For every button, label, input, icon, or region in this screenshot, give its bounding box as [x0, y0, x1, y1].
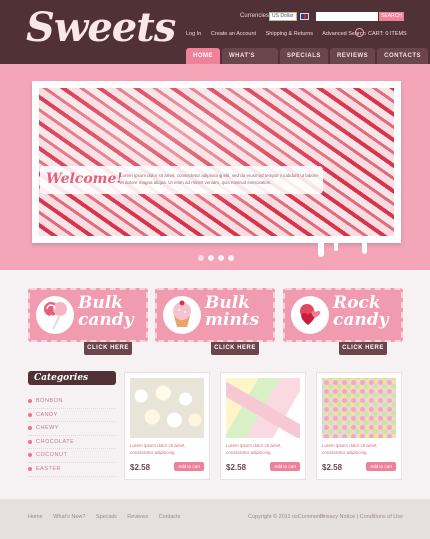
- categories-list: BONBON CANDY CHEWY CHOCOLATE COCONUT EAS…: [28, 395, 116, 477]
- conditions-link[interactable]: Conditions of Use: [360, 514, 403, 520]
- shipping-returns-link[interactable]: Shipping & Returns: [266, 31, 313, 37]
- search-input[interactable]: [316, 12, 378, 21]
- product-image[interactable]: [226, 378, 300, 438]
- nav-reviews[interactable]: REVIEWS: [329, 48, 376, 64]
- category-item[interactable]: COCONUT: [28, 449, 116, 463]
- nav-specials[interactable]: SPECIALS: [279, 48, 328, 64]
- product-card: Lorem ipsum dolor sit amet, consectetur …: [220, 372, 306, 480]
- privacy-link[interactable]: Privacy Notice: [320, 514, 355, 520]
- currency-select[interactable]: US Dollar: [269, 12, 297, 21]
- candy-cane-image[interactable]: [39, 88, 394, 236]
- create-account-link[interactable]: Create an Account: [211, 31, 256, 37]
- main-nav: HOME WHAT'S NEW? SPECIALS REVIEWS CONTAC…: [186, 48, 430, 75]
- category-item[interactable]: CANDY: [28, 409, 116, 423]
- category-item[interactable]: EASTER: [28, 463, 116, 477]
- click-here-button[interactable]: CLICK HERE: [84, 342, 132, 355]
- top-links: Log In Create an Account Shipping & Retu…: [186, 31, 374, 37]
- add-to-cart-button[interactable]: Add to cart: [270, 462, 300, 471]
- nav-contacts[interactable]: CONTACTS: [377, 48, 428, 64]
- product-description: Lorem ipsum dolor sit amet, consectetur …: [322, 443, 378, 455]
- welcome-text: Lorem ipsum dolor sit amet, consectetur …: [120, 173, 318, 185]
- product-price: $2.58: [130, 463, 151, 472]
- footer: Home What's New? Specials Reviews Contac…: [0, 499, 430, 539]
- banner: Welcome! Lorem ipsum dolor sit amet, con…: [0, 64, 430, 270]
- product-card: Lorem ipsum dolor sit amet, consectetur …: [124, 372, 210, 480]
- footer-link-reviews[interactable]: Reviews: [127, 514, 148, 520]
- logo[interactable]: Sweets: [26, 4, 176, 51]
- category-item[interactable]: CHEWY: [28, 422, 116, 436]
- cart-icon[interactable]: [355, 28, 364, 37]
- copyright: Copyright © 2011 osCommerce: [248, 514, 325, 520]
- slider-dots: [198, 255, 238, 261]
- click-here-button[interactable]: CLICK HERE: [211, 342, 259, 355]
- icing-drip: [318, 243, 324, 257]
- nav-home[interactable]: HOME: [186, 48, 220, 64]
- icing-drip: [334, 243, 338, 251]
- product-image[interactable]: [322, 378, 396, 438]
- category-item[interactable]: CHOCOLATE: [28, 436, 116, 450]
- welcome-box: Welcome! Lorem ipsum dolor sit amet, con…: [40, 166, 323, 194]
- promo-bulk-candy[interactable]: Bulk candy: [28, 288, 148, 342]
- category-item[interactable]: BONBON: [28, 395, 116, 409]
- footer-link-specials[interactable]: Specials: [96, 514, 117, 520]
- welcome-title: Welcome!: [46, 171, 123, 187]
- slider-dot[interactable]: [208, 255, 214, 261]
- login-link[interactable]: Log In: [186, 31, 201, 37]
- lollipop-icon: [36, 296, 74, 334]
- product-image[interactable]: [130, 378, 204, 438]
- promo-title: Bulk mints: [205, 293, 260, 330]
- add-to-cart-button[interactable]: Add to cart: [174, 462, 204, 471]
- footer-link-whats-new[interactable]: What's New?: [53, 514, 85, 520]
- product-description: Lorem ipsum dolor sit amet, consectetur …: [226, 443, 282, 455]
- uk-flag-icon[interactable]: [300, 13, 309, 20]
- nav-whats-new[interactable]: WHAT'S NEW?: [222, 48, 278, 75]
- promo-title: Bulk candy: [78, 293, 134, 330]
- banner-frame: Welcome! Lorem ipsum dolor sit amet, con…: [32, 81, 401, 243]
- add-to-cart-button[interactable]: Add to cart: [366, 462, 396, 471]
- cart-link[interactable]: CART: 0 ITEMS: [368, 31, 407, 37]
- promo-title: Rock candy: [333, 293, 389, 330]
- slider-dot[interactable]: [228, 255, 234, 261]
- slider-dot[interactable]: [218, 255, 224, 261]
- site-header: Sweets Currencies: US Dollar SEARCH Log …: [0, 0, 430, 75]
- click-here-button[interactable]: CLICK HERE: [339, 342, 387, 355]
- footer-right-links: Privacy Notice | Conditions of Use: [320, 514, 403, 520]
- footer-link-contacts[interactable]: Contacts: [159, 514, 181, 520]
- heart-candy-icon: [291, 296, 329, 334]
- categories-header: Categories: [28, 371, 116, 385]
- promo-rock-candy[interactable]: Rock candy: [283, 288, 403, 342]
- product-price: $2.58: [226, 463, 247, 472]
- promo-bulk-mints[interactable]: Bulk mints: [155, 288, 275, 342]
- slider-dot[interactable]: [198, 255, 204, 261]
- icing-drip: [362, 243, 367, 254]
- currency-label: Currencies:: [240, 13, 271, 19]
- cupcake-icon: [163, 296, 201, 334]
- search-button[interactable]: SEARCH: [379, 12, 404, 21]
- product-card: Lorem ipsum dolor sit amet, consectetur …: [316, 372, 402, 480]
- footer-link-home[interactable]: Home: [28, 514, 43, 520]
- footer-links: Home What's New? Specials Reviews Contac…: [28, 514, 189, 520]
- product-description: Lorem ipsum dolor sit amet, consectetur …: [130, 443, 186, 455]
- product-price: $2.58: [322, 463, 343, 472]
